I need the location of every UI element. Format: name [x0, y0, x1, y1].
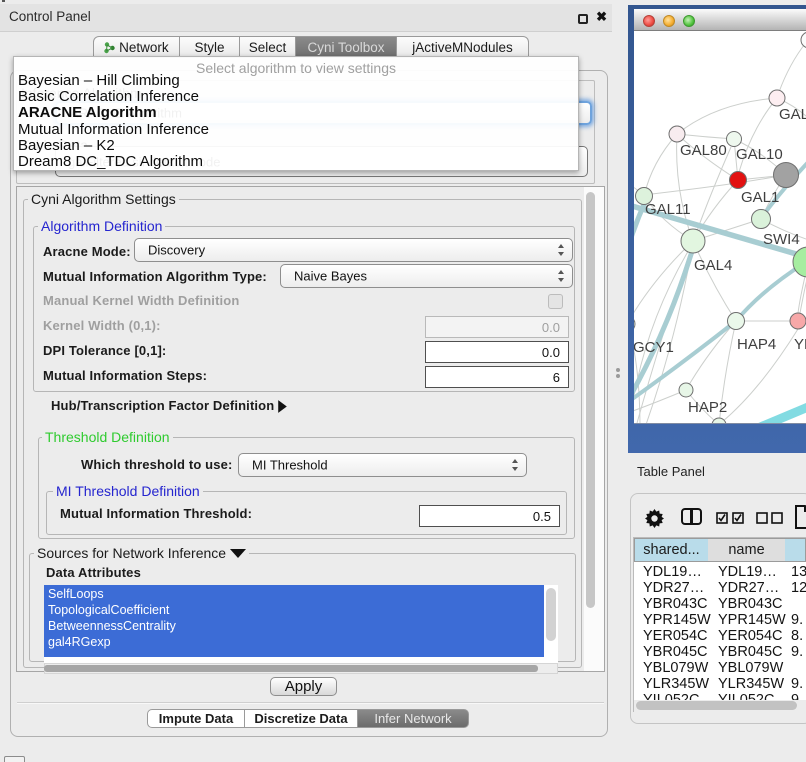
svg-text:GAL10: GAL10 — [736, 146, 783, 163]
svg-text:HAP2: HAP2 — [688, 399, 727, 416]
svg-text:GAL1: GAL1 — [741, 189, 779, 206]
svg-text:GAL4: GAL4 — [694, 257, 732, 274]
svg-text:GAL11: GAL11 — [645, 201, 691, 218]
svg-text:GCY1: GCY1 — [634, 339, 674, 356]
svg-text:HAP4: HAP4 — [737, 336, 776, 353]
svg-text:YDR: YDR — [794, 336, 806, 353]
svg-text:SWI4: SWI4 — [763, 231, 800, 248]
svg-text:GAL2: GAL2 — [779, 106, 806, 123]
svg-text:GAL80: GAL80 — [680, 142, 727, 159]
